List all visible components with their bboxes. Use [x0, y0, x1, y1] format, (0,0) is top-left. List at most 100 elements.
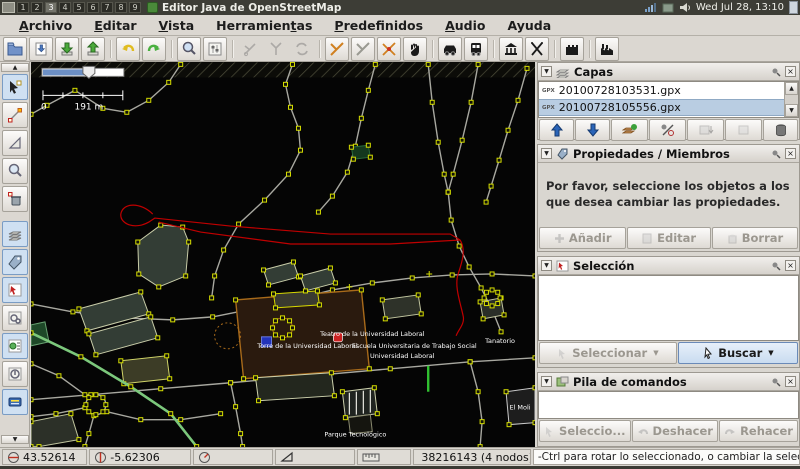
undo-button[interactable]: Deshacer — [632, 420, 719, 442]
close-icon[interactable]: × — [785, 376, 796, 387]
bus-icon[interactable] — [464, 37, 488, 61]
tool-zoom[interactable] — [2, 158, 28, 184]
close-icon[interactable]: × — [785, 148, 796, 159]
download-data-icon[interactable] — [55, 37, 79, 61]
tray-applet[interactable] — [789, 1, 798, 14]
toggle-selection-list[interactable] — [2, 277, 28, 303]
menu-herramientas[interactable]: Herramientas — [205, 16, 323, 35]
search-button[interactable]: Buscar▼ — [678, 342, 798, 364]
splice-disabled-icon[interactable] — [238, 37, 262, 61]
layers-icon — [556, 66, 570, 78]
zoom-to-selection-icon[interactable] — [177, 37, 201, 61]
preferences-icon[interactable] — [203, 37, 227, 61]
open-folder-icon[interactable] — [3, 37, 27, 61]
toggle-turn-restriction[interactable] — [2, 361, 28, 387]
menu-audio[interactable]: Audio — [434, 16, 496, 35]
close-icon[interactable]: × — [785, 66, 796, 77]
scroll-up-icon[interactable]: ▲ — [785, 82, 798, 95]
layer-visibility-button[interactable] — [611, 119, 648, 141]
workspace-7[interactable]: 7 — [101, 2, 113, 13]
works-icon[interactable] — [595, 37, 619, 61]
junction-warning-icon[interactable] — [377, 37, 401, 61]
merge-layer-down-button[interactable] — [687, 119, 724, 141]
pin-icon[interactable] — [771, 261, 781, 271]
workspace-6[interactable]: 6 — [87, 2, 99, 13]
scroll-down-icon[interactable]: ▼ — [785, 104, 798, 117]
longitude-icon — [94, 451, 107, 464]
menu-editar[interactable]: Editar — [83, 16, 147, 35]
menu-predefinidos[interactable]: Predefinidos — [323, 16, 434, 35]
tool-measure[interactable] — [2, 130, 28, 156]
layer-move-down-button[interactable] — [575, 119, 610, 141]
volume-icon[interactable] — [679, 2, 691, 13]
delete-tag-button[interactable]: Borrar — [712, 227, 798, 249]
menu-ayuda[interactable]: Ayuda — [497, 16, 563, 35]
toggle-layer-list[interactable] — [2, 221, 28, 247]
castle-icon[interactable] — [560, 37, 584, 61]
tool-delete[interactable] — [2, 186, 28, 212]
statusbar: 43.52614 -5.62306 38216143 (4 nodos) -Ct… — [0, 447, 800, 466]
layer-list-scrollbar[interactable]: ▲ ▼ — [784, 82, 798, 117]
network-signal-icon[interactable] — [644, 2, 657, 13]
unglue-disabled-icon[interactable] — [264, 37, 288, 61]
upload-data-icon[interactable] — [81, 37, 105, 61]
layer-opacity-button[interactable] — [649, 119, 686, 141]
pin-icon[interactable] — [771, 149, 781, 159]
workspace-5[interactable]: 5 — [73, 2, 85, 13]
update-disabled-icon[interactable] — [290, 37, 314, 61]
restaurant-icon[interactable] — [525, 37, 549, 61]
collapse-icon[interactable]: ▼ — [541, 148, 552, 159]
tool-select[interactable] — [2, 74, 28, 100]
layer-row[interactable]: GPX 20100728103531.gpx — [539, 82, 786, 99]
junction-orange-icon[interactable] — [325, 37, 349, 61]
workspace-4[interactable]: 4 — [59, 2, 71, 13]
command-stack-icon — [556, 376, 569, 388]
zoom-slider[interactable] — [42, 66, 124, 78]
josm-logo-icon — [147, 2, 158, 13]
select-button[interactable]: Seleccionar▼ — [539, 342, 677, 364]
command-list[interactable] — [538, 391, 799, 419]
menu-vista[interactable]: Vista — [148, 16, 206, 35]
workspace-3[interactable]: 3 — [45, 2, 57, 13]
applet-icon[interactable] — [662, 2, 674, 13]
edit-tag-button[interactable]: Editar — [627, 227, 711, 249]
collapse-icon[interactable]: ▼ — [541, 376, 552, 387]
redo-button[interactable]: Rehacer — [719, 420, 798, 442]
layer-move-up-button[interactable] — [539, 119, 574, 141]
workspace-8[interactable]: 8 — [115, 2, 127, 13]
junction-gray-icon[interactable] — [351, 37, 375, 61]
pin-icon[interactable] — [771, 377, 781, 387]
toggle-command-stack[interactable] — [2, 389, 28, 415]
toggle-relations[interactable] — [2, 333, 28, 359]
museum-icon[interactable] — [499, 37, 523, 61]
clock[interactable]: Wed Jul 28, 13:10 — [696, 2, 784, 13]
workspace-2[interactable]: 2 — [31, 2, 43, 13]
menu-archivo[interactable]: Archivo — [8, 16, 83, 35]
save-icon[interactable] — [29, 37, 53, 61]
add-tag-button[interactable]: Añadir — [539, 227, 626, 249]
collapse-icon[interactable]: ▼ — [541, 66, 552, 77]
undo-icon[interactable] — [116, 37, 140, 61]
show-desktop-icon[interactable] — [2, 2, 15, 13]
tools-scroll-down[interactable]: ▼ — [1, 435, 29, 444]
redo-icon[interactable] — [142, 37, 166, 61]
layer-row-selected[interactable]: GPX 20100728105556.gpx — [539, 99, 786, 116]
toggle-properties[interactable] — [2, 305, 28, 331]
delete-layer-button[interactable] — [763, 119, 798, 141]
gpx-badge: GPX — [542, 105, 555, 111]
stop-hand-icon[interactable] — [403, 37, 427, 61]
close-icon[interactable]: × — [785, 260, 796, 271]
command-select-button[interactable]: Seleccio... — [539, 420, 631, 442]
workspace-1[interactable]: 1 — [17, 2, 29, 13]
tools-scroll-up[interactable]: ▲ — [1, 63, 29, 72]
workspace-9[interactable]: 9 — [129, 2, 141, 13]
car-icon[interactable] — [438, 37, 462, 61]
collapse-icon[interactable]: ▼ — [541, 260, 552, 271]
merge-layer-button[interactable] — [725, 119, 762, 141]
properties-panel: ▼ Propiedades / Miembros × Por favor, se… — [537, 144, 800, 252]
pin-icon[interactable] — [771, 67, 781, 77]
tool-draw-node[interactable] — [2, 102, 28, 128]
selection-list[interactable] — [538, 275, 799, 341]
map-canvas[interactable]: Teatro de la Universidad Laboral Torre d… — [31, 62, 535, 447]
toggle-tags[interactable] — [2, 249, 28, 275]
